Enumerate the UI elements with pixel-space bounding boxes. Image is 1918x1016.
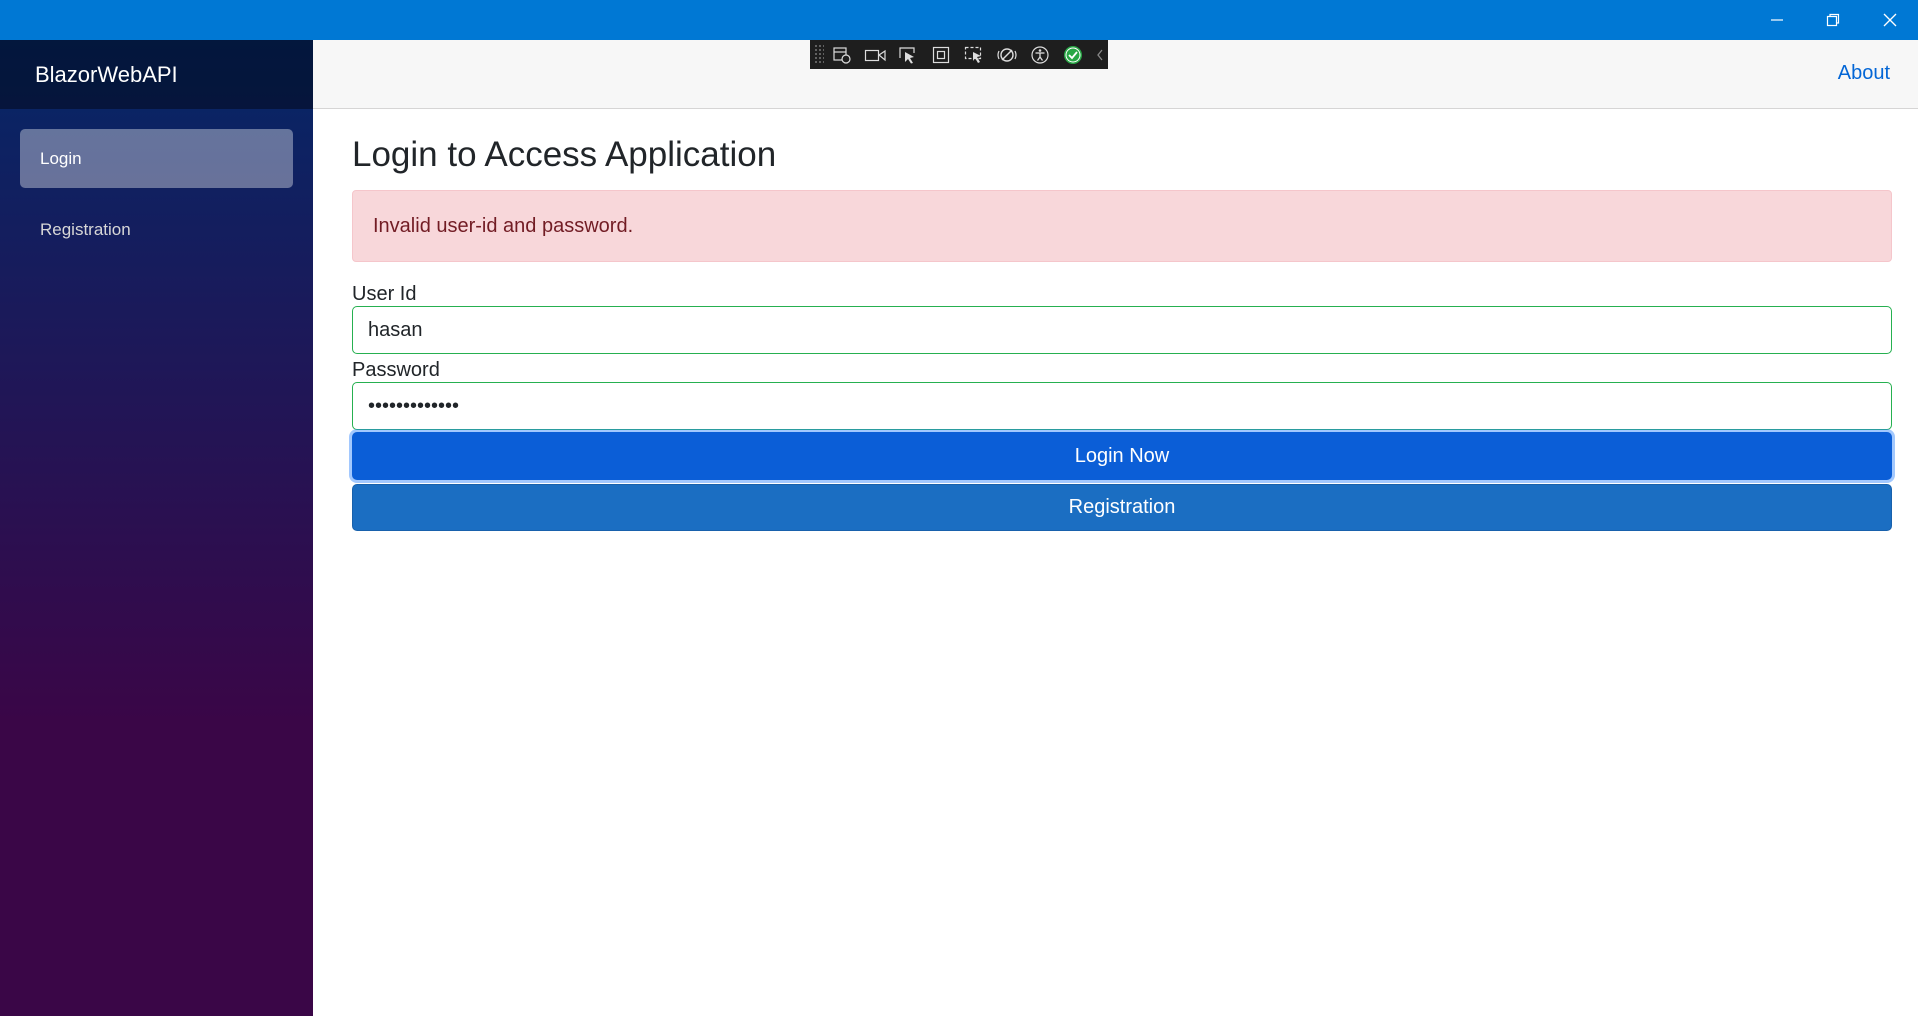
record-icon — [864, 49, 886, 61]
sidebar: BlazorWebAPI Login Registration — [0, 40, 313, 1016]
record-button[interactable] — [861, 43, 888, 67]
check-button[interactable] — [1059, 43, 1086, 67]
accessibility-icon — [1031, 45, 1049, 64]
close-button[interactable] — [1862, 0, 1918, 40]
close-icon — [1883, 13, 1897, 27]
minimize-icon — [1771, 19, 1783, 21]
collapse-toolbar-button[interactable] — [1093, 43, 1108, 67]
login-now-button[interactable]: Login Now — [352, 432, 1892, 480]
accessibility-button[interactable] — [1026, 43, 1053, 67]
display-layout-adorners-icon — [932, 46, 949, 63]
main-content: Login to Access Application Invalid user… — [352, 109, 1892, 531]
sidebar-item-login[interactable]: Login — [20, 129, 293, 188]
error-alert: Invalid user-id and password. — [352, 190, 1892, 262]
restore-button[interactable] — [1805, 0, 1861, 40]
nav-menu: Login Registration — [0, 109, 313, 259]
registration-button[interactable]: Registration — [352, 484, 1892, 531]
binding-failures-button[interactable] — [993, 43, 1020, 67]
track-focus-icon — [964, 46, 981, 63]
minimize-button[interactable] — [1749, 0, 1805, 40]
check-icon — [1063, 45, 1082, 64]
restore-icon — [1826, 13, 1840, 27]
track-focus-button[interactable] — [960, 43, 987, 67]
top-row: About — [313, 40, 1918, 109]
about-link[interactable]: About — [1838, 62, 1890, 85]
display-layout-adorners-button[interactable] — [927, 43, 954, 67]
user-id-label: User Id — [352, 283, 417, 305]
sidebar-item-label: Login — [40, 148, 82, 168]
chevron-left-icon — [1097, 49, 1103, 60]
binding-failures-icon — [997, 47, 1017, 62]
select-element-button[interactable] — [894, 43, 921, 67]
sidebar-item-label: Registration — [40, 219, 131, 239]
window-title-bar — [0, 0, 1918, 40]
brand-name[interactable]: BlazorWebAPI — [35, 62, 178, 88]
password-input[interactable] — [352, 382, 1892, 430]
password-label: Password — [352, 359, 440, 381]
dev-toolbar — [810, 40, 1108, 69]
grip-handle[interactable] — [814, 44, 824, 65]
user-id-input[interactable] — [352, 306, 1892, 354]
page-title: Login to Access Application — [352, 135, 777, 174]
brand-bar: BlazorWebAPI — [0, 40, 313, 109]
live-visual-tree-icon — [832, 46, 851, 64]
sidebar-item-registration[interactable]: Registration — [20, 200, 293, 259]
live-visual-tree-button[interactable] — [828, 43, 855, 67]
select-element-icon — [899, 46, 915, 63]
